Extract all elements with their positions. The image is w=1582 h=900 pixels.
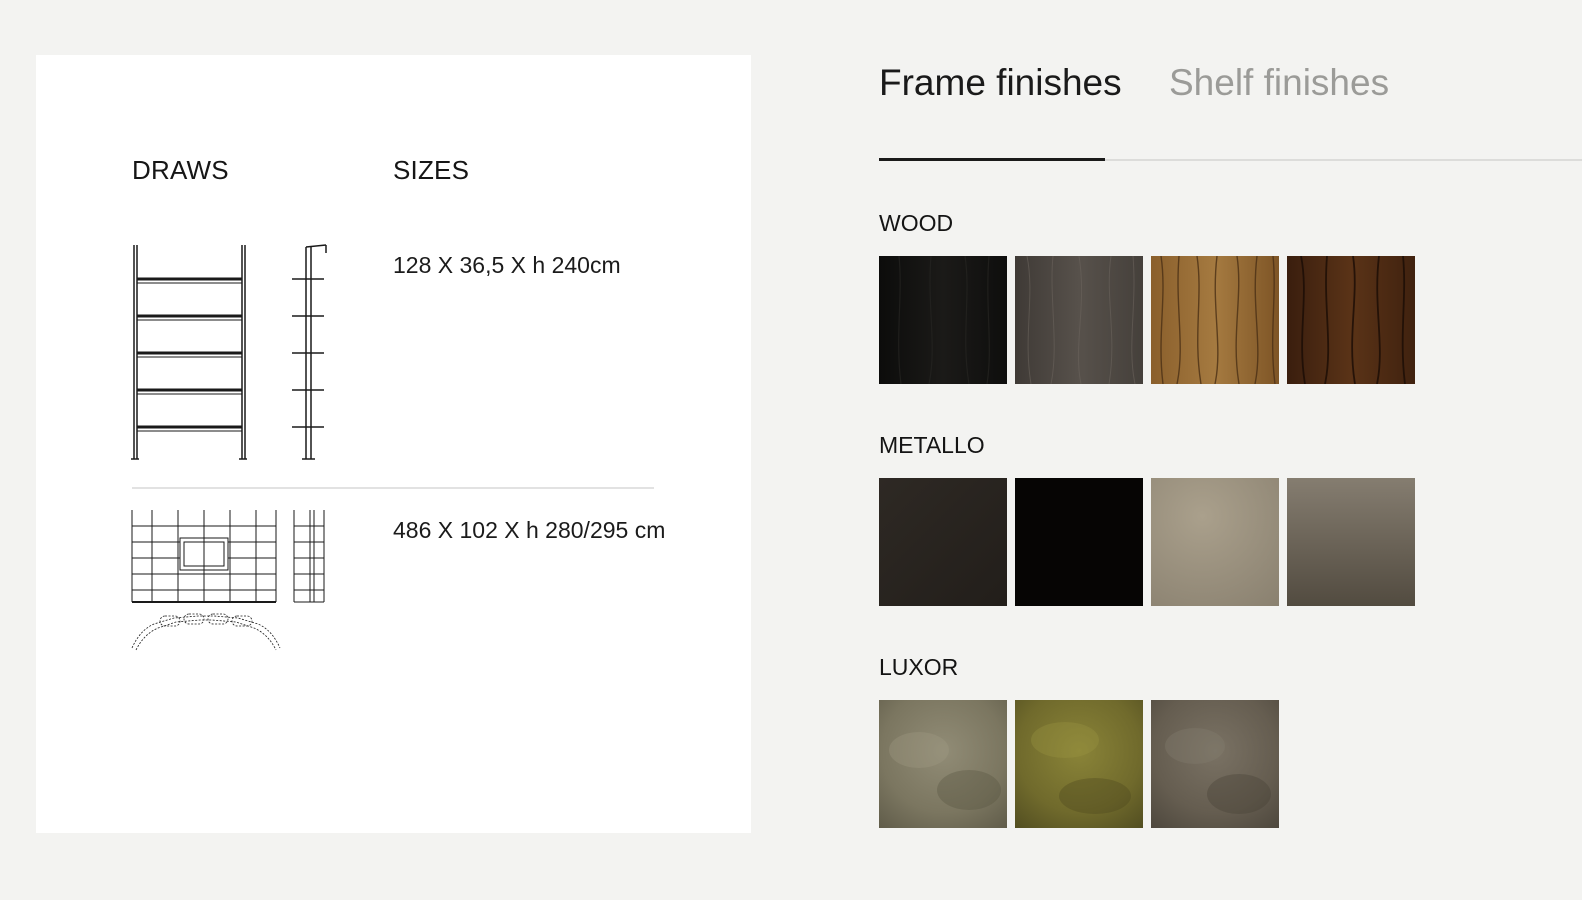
luxor-sage-swatch[interactable]	[879, 700, 1007, 828]
tab-shelf-finishes[interactable]: Shelf finishes	[1169, 58, 1389, 108]
wall-system-side-drawing	[293, 510, 325, 603]
metallo-taupe-swatch[interactable]	[1287, 478, 1415, 606]
wood-group-label: WOOD	[879, 210, 954, 236]
size-row-2: 486 X 102 X h 280/295 cm	[393, 517, 666, 543]
tab-frame-finishes[interactable]: Frame finishes	[879, 58, 1122, 108]
luxor-olive-swatch[interactable]	[1015, 700, 1143, 828]
wood-swatches	[879, 256, 1415, 384]
row-divider	[132, 487, 654, 489]
metallo-black-swatch[interactable]	[1015, 478, 1143, 606]
bookcase-front-drawing	[131, 245, 247, 460]
wood-black-swatch[interactable]	[879, 256, 1007, 384]
active-tab-indicator	[879, 158, 1105, 161]
technical-card: DRAWS SIZES 128 X 36,5 X h 240cm 486 X 1…	[36, 55, 751, 833]
finish-tabs: Frame finishes Shelf finishes	[879, 58, 1582, 162]
wall-system-plan-drawing	[131, 613, 281, 651]
luxor-swatches	[879, 700, 1279, 828]
metallo-group-label: METALLO	[879, 432, 985, 458]
wood-grey-swatch[interactable]	[1015, 256, 1143, 384]
luxor-group-label: LUXOR	[879, 654, 959, 680]
wood-oak-swatch[interactable]	[1151, 256, 1279, 384]
sizes-heading: SIZES	[393, 155, 470, 185]
draws-heading: DRAWS	[132, 155, 229, 185]
metallo-swatches	[879, 478, 1415, 606]
luxor-mocha-swatch[interactable]	[1151, 700, 1279, 828]
wall-system-front-drawing	[131, 510, 277, 603]
size-row-1: 128 X 36,5 X h 240cm	[393, 252, 621, 278]
wood-walnut-swatch[interactable]	[1287, 256, 1415, 384]
metallo-bronze-swatch[interactable]	[879, 478, 1007, 606]
metallo-champagne-swatch[interactable]	[1151, 478, 1279, 606]
bookcase-side-drawing	[292, 244, 327, 460]
